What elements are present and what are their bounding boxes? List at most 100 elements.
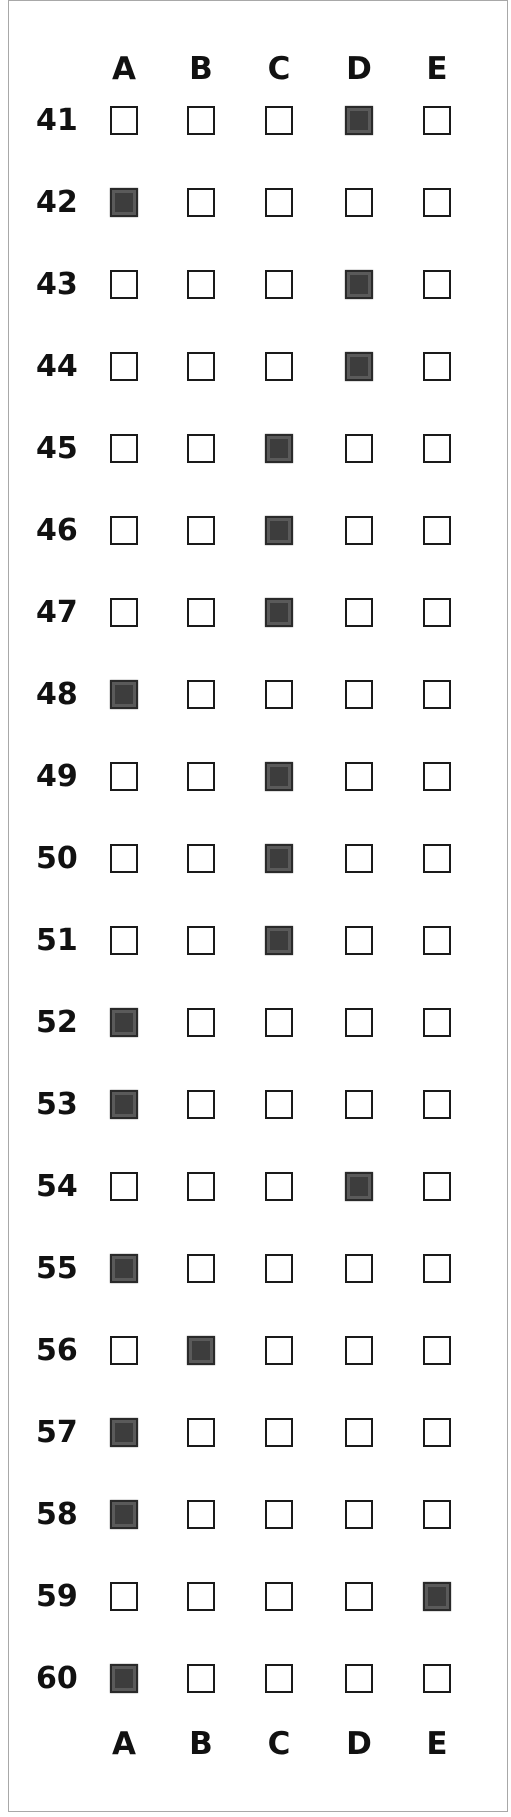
answer-bubble-c[interactable] — [265, 1172, 293, 1201]
answer-bubble-b[interactable] — [187, 1664, 215, 1693]
answer-bubble-e[interactable] — [423, 1336, 451, 1365]
answer-bubble-a[interactable] — [110, 762, 138, 791]
answer-bubble-c[interactable] — [265, 1336, 293, 1365]
answer-bubble-a[interactable] — [110, 1254, 138, 1283]
answer-bubble-d[interactable] — [345, 434, 373, 463]
answer-bubble-c[interactable] — [265, 1664, 293, 1693]
answer-bubble-e[interactable] — [423, 1418, 451, 1447]
answer-bubble-c[interactable] — [265, 926, 293, 955]
answer-bubble-d[interactable] — [345, 1172, 373, 1201]
answer-bubble-d[interactable] — [345, 106, 373, 135]
answer-bubble-e[interactable] — [423, 680, 451, 709]
answer-bubble-a[interactable] — [110, 926, 138, 955]
answer-bubble-c[interactable] — [265, 844, 293, 873]
answer-bubble-d[interactable] — [345, 352, 373, 381]
answer-bubble-d[interactable] — [345, 844, 373, 873]
answer-bubble-d[interactable] — [345, 598, 373, 627]
answer-bubble-e[interactable] — [423, 1008, 451, 1037]
answer-bubble-b[interactable] — [187, 1336, 215, 1365]
answer-bubble-a[interactable] — [110, 1172, 138, 1201]
answer-bubble-a[interactable] — [110, 352, 138, 381]
answer-bubble-b[interactable] — [187, 762, 215, 791]
answer-bubble-d[interactable] — [345, 1254, 373, 1283]
answer-bubble-a[interactable] — [110, 516, 138, 545]
answer-bubble-b[interactable] — [187, 516, 215, 545]
answer-bubble-c[interactable] — [265, 1254, 293, 1283]
answer-bubble-d[interactable] — [345, 926, 373, 955]
answer-bubble-c[interactable] — [265, 680, 293, 709]
answer-bubble-e[interactable] — [423, 598, 451, 627]
answer-bubble-e[interactable] — [423, 516, 451, 545]
answer-bubble-c[interactable] — [265, 1090, 293, 1119]
answer-bubble-a[interactable] — [110, 1582, 138, 1611]
answer-bubble-d[interactable] — [345, 1090, 373, 1119]
answer-bubble-c[interactable] — [265, 434, 293, 463]
answer-bubble-c[interactable] — [265, 352, 293, 381]
answer-bubble-e[interactable] — [423, 434, 451, 463]
answer-bubble-d[interactable] — [345, 680, 373, 709]
answer-bubble-e[interactable] — [423, 106, 451, 135]
answer-bubble-d[interactable] — [345, 1418, 373, 1447]
answer-bubble-d[interactable] — [345, 1008, 373, 1037]
answer-bubble-b[interactable] — [187, 1500, 215, 1529]
answer-bubble-d[interactable] — [345, 270, 373, 299]
answer-bubble-a[interactable] — [110, 844, 138, 873]
answer-bubble-c[interactable] — [265, 762, 293, 791]
answer-bubble-a[interactable] — [110, 188, 138, 217]
answer-bubble-d[interactable] — [345, 762, 373, 791]
answer-bubble-d[interactable] — [345, 1582, 373, 1611]
answer-bubble-e[interactable] — [423, 762, 451, 791]
answer-bubble-c[interactable] — [265, 1582, 293, 1611]
answer-bubble-d[interactable] — [345, 516, 373, 545]
answer-bubble-e[interactable] — [423, 270, 451, 299]
answer-bubble-a[interactable] — [110, 680, 138, 709]
answer-bubble-e[interactable] — [423, 352, 451, 381]
answer-bubble-b[interactable] — [187, 1418, 215, 1447]
answer-bubble-a[interactable] — [110, 270, 138, 299]
answer-bubble-e[interactable] — [423, 926, 451, 955]
answer-bubble-d[interactable] — [345, 1336, 373, 1365]
answer-bubble-b[interactable] — [187, 1090, 215, 1119]
answer-bubble-e[interactable] — [423, 1254, 451, 1283]
answer-bubble-d[interactable] — [345, 1664, 373, 1693]
answer-bubble-c[interactable] — [265, 106, 293, 135]
answer-bubble-b[interactable] — [187, 270, 215, 299]
answer-bubble-a[interactable] — [110, 1500, 138, 1529]
answer-bubble-a[interactable] — [110, 1336, 138, 1365]
answer-bubble-b[interactable] — [187, 1582, 215, 1611]
answer-bubble-a[interactable] — [110, 1090, 138, 1119]
answer-bubble-c[interactable] — [265, 516, 293, 545]
answer-bubble-e[interactable] — [423, 1500, 451, 1529]
answer-bubble-a[interactable] — [110, 1664, 138, 1693]
answer-bubble-c[interactable] — [265, 598, 293, 627]
answer-bubble-e[interactable] — [423, 1090, 451, 1119]
answer-bubble-c[interactable] — [265, 1008, 293, 1037]
answer-bubble-d[interactable] — [345, 1500, 373, 1529]
answer-bubble-d[interactable] — [345, 188, 373, 217]
answer-bubble-c[interactable] — [265, 188, 293, 217]
answer-bubble-b[interactable] — [187, 1254, 215, 1283]
answer-bubble-e[interactable] — [423, 1582, 451, 1611]
answer-bubble-c[interactable] — [265, 270, 293, 299]
answer-bubble-b[interactable] — [187, 1172, 215, 1201]
answer-bubble-b[interactable] — [187, 106, 215, 135]
answer-bubble-a[interactable] — [110, 106, 138, 135]
answer-bubble-a[interactable] — [110, 1008, 138, 1037]
answer-bubble-e[interactable] — [423, 1172, 451, 1201]
answer-bubble-e[interactable] — [423, 188, 451, 217]
answer-bubble-b[interactable] — [187, 926, 215, 955]
answer-bubble-b[interactable] — [187, 680, 215, 709]
answer-bubble-e[interactable] — [423, 844, 451, 873]
answer-bubble-b[interactable] — [187, 598, 215, 627]
answer-bubble-b[interactable] — [187, 188, 215, 217]
answer-bubble-a[interactable] — [110, 598, 138, 627]
answer-bubble-e[interactable] — [423, 1664, 451, 1693]
answer-bubble-b[interactable] — [187, 434, 215, 463]
answer-bubble-b[interactable] — [187, 352, 215, 381]
answer-bubble-a[interactable] — [110, 1418, 138, 1447]
answer-bubble-c[interactable] — [265, 1418, 293, 1447]
answer-bubble-c[interactable] — [265, 1500, 293, 1529]
answer-bubble-b[interactable] — [187, 1008, 215, 1037]
answer-bubble-b[interactable] — [187, 844, 215, 873]
answer-bubble-a[interactable] — [110, 434, 138, 463]
